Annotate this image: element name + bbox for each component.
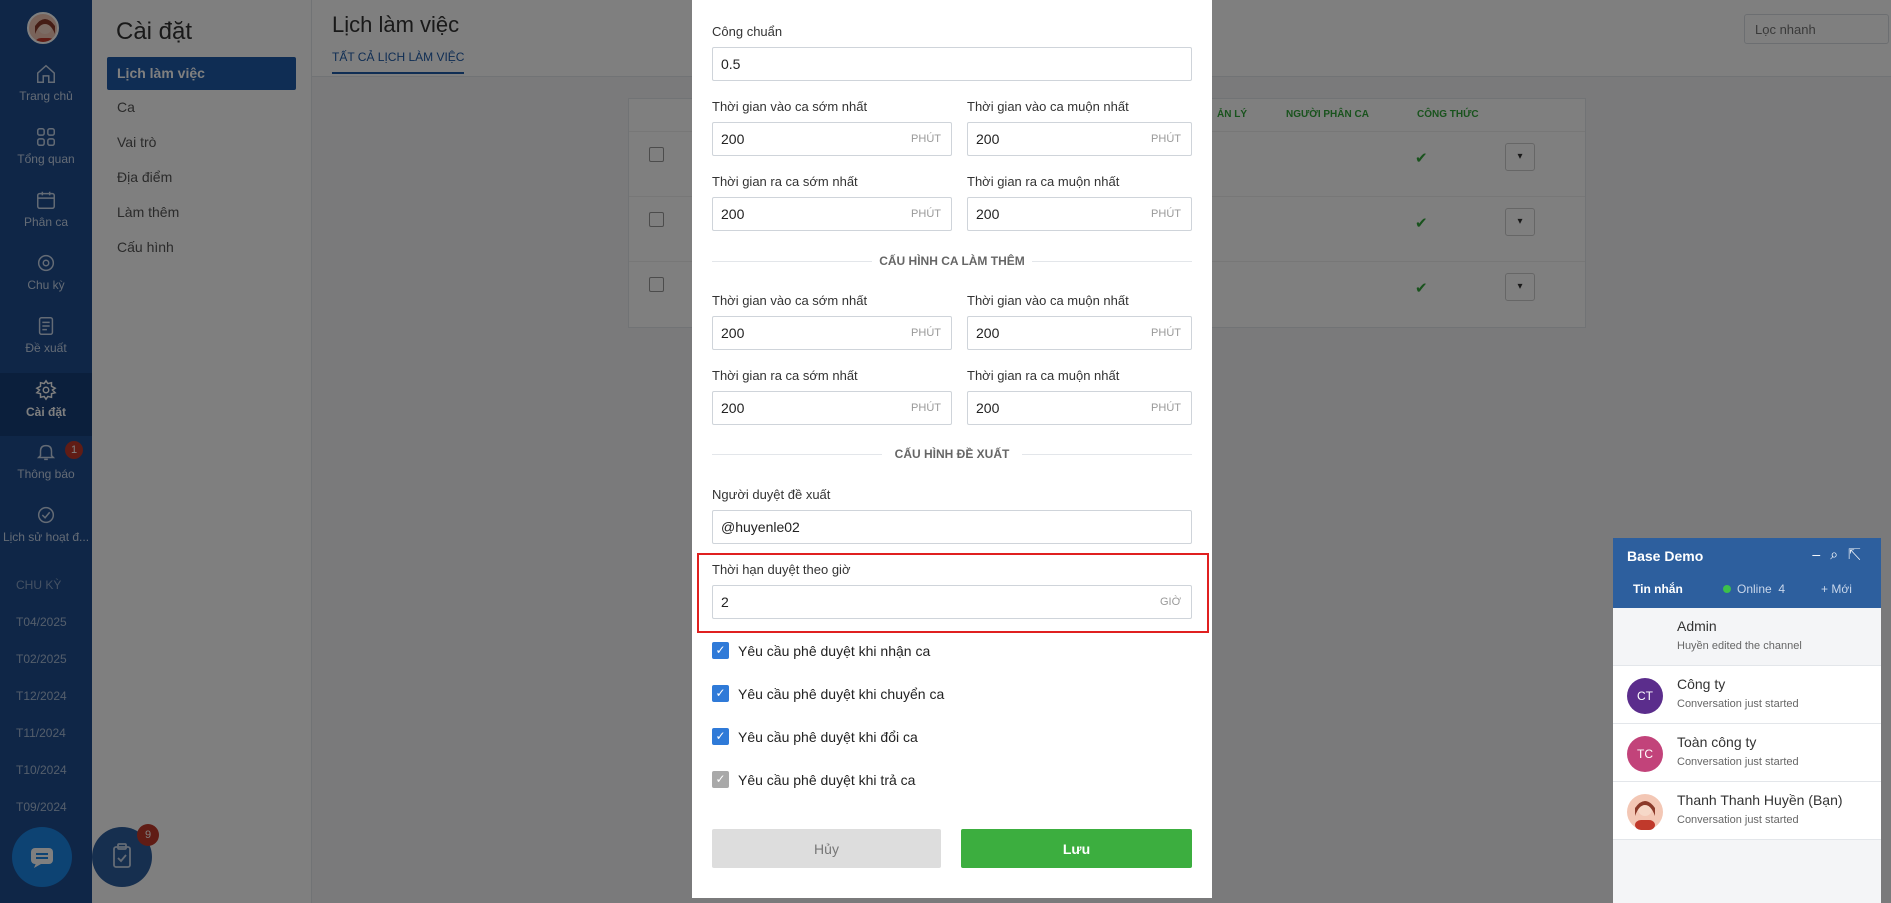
save-button[interactable]: Lưu <box>961 829 1192 868</box>
conversation-item[interactable]: Admin Huyền edited the channel <box>1613 608 1881 666</box>
deadline-hours-input[interactable]: 2 GIỜ <box>712 585 1192 619</box>
avatar: TC <box>1627 736 1663 772</box>
checkbox-label: Yêu cầu phê duyệt khi nhận ca <box>738 643 931 659</box>
approver-label: Người duyệt đề xuất <box>712 487 831 502</box>
conversation-preview: Huyền edited the channel <box>1677 640 1802 652</box>
minute-unit: PHÚT <box>1151 402 1181 414</box>
overtime-section-title: CẤU HÌNH CA LÀM THÊM <box>879 254 1025 268</box>
input-value: 2 <box>721 594 729 610</box>
minute-unit: PHÚT <box>911 133 941 145</box>
minimize-icon[interactable]: – <box>1812 546 1830 562</box>
conversation-name: Toàn công ty <box>1677 734 1757 750</box>
input-value: 200 <box>976 206 1000 222</box>
standard-work-label: Công chuẩn <box>712 24 783 39</box>
conversation-name: Admin <box>1677 618 1717 634</box>
online-count: 4 <box>1778 582 1786 596</box>
checkbox-checked-icon: ✓ <box>712 685 729 702</box>
minute-unit: PHÚT <box>1151 208 1181 220</box>
search-icon[interactable]: ⌕ <box>1830 546 1848 562</box>
input-value: 200 <box>721 206 745 222</box>
approver-input[interactable]: @huyenle02 <box>712 510 1192 544</box>
standard-work-input[interactable]: 0.5 <box>712 47 1192 81</box>
checkbox-checked-icon: ✓ <box>712 642 729 659</box>
input-value: 200 <box>976 131 1000 147</box>
conversation-item[interactable]: CT Công ty Conversation just started <box>1613 666 1881 724</box>
checkbox-checked-icon: ✓ <box>712 728 729 745</box>
minute-unit: PHÚT <box>911 208 941 220</box>
proposal-section-divider: CẤU HÌNH ĐỀ XUẤT <box>712 446 1192 462</box>
chat-actions: –⌕⇱ <box>1812 546 1871 563</box>
ot-earliest-checkin-label: Thời gian vào ca sớm nhất <box>712 293 868 308</box>
latest-checkin-input[interactable]: 200 PHÚT <box>967 122 1192 156</box>
chat-tab-new[interactable]: + Mới <box>1821 582 1852 596</box>
deadline-label: Thời hạn duyệt theo giờ <box>712 562 851 577</box>
conversation-item[interactable]: Thanh Thanh Huyền (Bạn) Conversation jus… <box>1613 782 1881 840</box>
proposal-section-title: CẤU HÌNH ĐỀ XUẤT <box>894 447 1010 461</box>
earliest-checkout-label: Thời gian ra ca sớm nhất <box>712 174 858 189</box>
conversation-name: Công ty <box>1677 676 1726 692</box>
hour-unit: GIỜ <box>1159 596 1181 608</box>
ot-latest-checkin-label: Thời gian vào ca muộn nhất <box>967 293 1129 308</box>
conversation-name: Thanh Thanh Huyền (Bạn) <box>1677 792 1843 808</box>
latest-checkout-input[interactable]: 200 PHÚT <box>967 197 1192 231</box>
checkbox-label: Yêu cầu phê duyệt khi trả ca <box>738 772 916 788</box>
work-schedule-modal: Công chuẩn 0.5 Thời gian vào ca sớm nhất… <box>692 0 1212 898</box>
minute-unit: PHÚT <box>1151 327 1181 339</box>
earliest-checkout-input[interactable]: 200 PHÚT <box>712 197 952 231</box>
avatar: CT <box>1627 678 1663 714</box>
chat-header: Base Demo –⌕⇱ Tin nhắn Online 4 + Mới <box>1613 538 1881 608</box>
chat-widget: Base Demo –⌕⇱ Tin nhắn Online 4 + Mới Ad… <box>1613 538 1881 903</box>
overtime-section-divider: CẤU HÌNH CA LÀM THÊM <box>712 253 1192 269</box>
latest-checkin-label: Thời gian vào ca muộn nhất <box>967 99 1129 114</box>
ot-earliest-checkout-input[interactable]: 200 PHÚT <box>712 391 952 425</box>
earliest-checkin-input[interactable]: 200 PHÚT <box>712 122 952 156</box>
checkbox-checked-disabled-icon: ✓ <box>712 771 729 788</box>
earliest-checkin-label: Thời gian vào ca sớm nhất <box>712 99 868 114</box>
input-value: 200 <box>721 400 745 416</box>
online-label: Online <box>1737 582 1772 596</box>
chat-title: Base Demo <box>1627 548 1704 564</box>
checkbox-label: Yêu cầu phê duyệt khi chuyển ca <box>738 686 945 702</box>
latest-checkout-label: Thời gian ra ca muộn nhất <box>967 174 1120 189</box>
cancel-button[interactable]: Hủy <box>712 829 941 868</box>
ot-earliest-checkout-label: Thời gian ra ca sớm nhất <box>712 368 858 383</box>
ot-earliest-checkin-input[interactable]: 200 PHÚT <box>712 316 952 350</box>
input-value: 200 <box>976 400 1000 416</box>
conversation-preview: Conversation just started <box>1677 756 1799 768</box>
minute-unit: PHÚT <box>911 402 941 414</box>
conversation-preview: Conversation just started <box>1677 814 1799 826</box>
conversation-preview: Conversation just started <box>1677 698 1799 710</box>
input-value: 200 <box>721 131 745 147</box>
chat-tab-online[interactable]: Online 4 <box>1723 582 1785 596</box>
avatar <box>1627 794 1663 830</box>
online-dot-icon <box>1723 585 1731 593</box>
ot-latest-checkin-input[interactable]: 200 PHÚT <box>967 316 1192 350</box>
ot-latest-checkout-label: Thời gian ra ca muộn nhất <box>967 368 1120 383</box>
expand-icon[interactable]: ⇱ <box>1848 546 1871 562</box>
minute-unit: PHÚT <box>1151 133 1181 145</box>
minute-unit: PHÚT <box>911 327 941 339</box>
ot-latest-checkout-input[interactable]: 200 PHÚT <box>967 391 1192 425</box>
chat-tab-messages[interactable]: Tin nhắn <box>1633 582 1683 596</box>
checkbox-label: Yêu cầu phê duyệt khi đổi ca <box>738 729 918 745</box>
conversation-item[interactable]: TC Toàn công ty Conversation just starte… <box>1613 724 1881 782</box>
input-value: 200 <box>976 325 1000 341</box>
input-value: 200 <box>721 325 745 341</box>
